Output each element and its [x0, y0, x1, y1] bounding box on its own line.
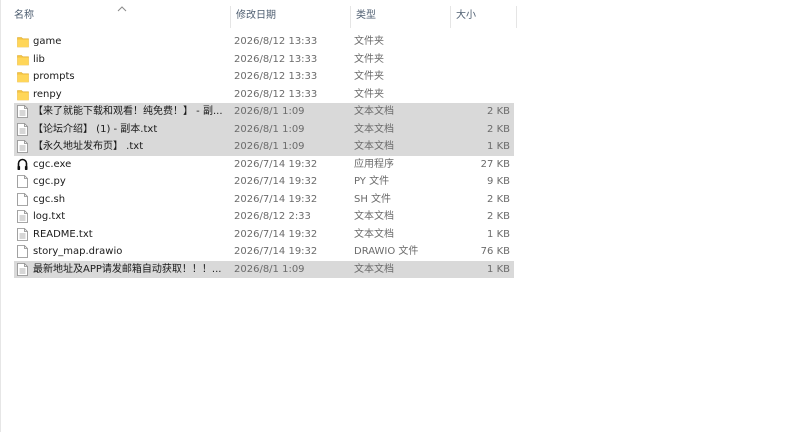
- text-file-icon: [17, 138, 31, 156]
- file-row[interactable]: cgc.sh 2026/7/14 19:32 SH 文件 2 KB: [14, 191, 514, 209]
- column-header-name-label: 名称: [14, 10, 34, 21]
- column-header-date[interactable]: 修改日期: [230, 4, 350, 28]
- file-row[interactable]: 【论坛介绍】 (1) - 副本.txt 2026/8/1 1:09 文本文档 2 KB: [14, 120, 514, 139]
- file-size: [444, 86, 510, 104]
- column-header-bar: 名称 修改日期 类型 大小: [8, 4, 518, 28]
- file-type: 文本文档: [354, 123, 394, 135]
- file-size: 2 KB: [487, 193, 510, 205]
- file-modified-date: 2026/8/12 13:33: [234, 71, 318, 82]
- file-list: game 2026/8/12 13:33 文件夹 lib 2026/8/12 13:33…: [14, 33, 514, 278]
- file-name: cgc.exe: [33, 158, 72, 170]
- file-modified-date: 2026/7/14 19:32: [234, 176, 318, 187]
- file-type: DRAWIO 文件: [354, 246, 419, 257]
- file-name: cgc.sh: [33, 193, 66, 205]
- file-icon: [17, 173, 31, 191]
- folder-icon: [17, 86, 31, 104]
- file-row[interactable]: renpy 2026/8/12 13:33 文件夹: [14, 86, 514, 104]
- file-size: 76 KB: [480, 246, 510, 257]
- file-size: 1 KB: [487, 228, 510, 240]
- file-modified-date: 2026/7/14 19:32: [234, 228, 318, 240]
- file-icon: [17, 191, 31, 209]
- file-type: 文本文档: [354, 211, 394, 222]
- folder-icon: [17, 68, 31, 86]
- file-modified-date: 2026/8/1 1:09: [234, 106, 305, 117]
- text-file-icon: [17, 121, 31, 139]
- file-type: 文件夹: [354, 71, 384, 82]
- text-file-icon: [17, 226, 31, 244]
- file-modified-date: 2026/8/12 13:33: [234, 36, 318, 47]
- file-type: 应用程序: [354, 158, 394, 170]
- file-size: 1 KB: [487, 141, 510, 152]
- window-left-border: [0, 0, 1, 432]
- file-type: 文本文档: [354, 141, 394, 152]
- folder-icon: [17, 51, 31, 69]
- file-type: 文件夹: [354, 53, 384, 65]
- file-name: 【永久地址发布页】 .txt: [33, 141, 144, 152]
- file-row[interactable]: README.txt 2026/7/14 19:32 文本文档 1 KB: [14, 226, 514, 244]
- file-row[interactable]: cgc.py 2026/7/14 19:32 PY 文件 9 KB: [14, 173, 514, 191]
- folder-icon: [17, 33, 31, 51]
- file-type: PY 文件: [354, 176, 390, 187]
- file-row[interactable]: log.txt 2026/8/12 2:33 文本文档 2 KB: [14, 208, 514, 226]
- file-modified-date: 2026/8/12 13:33: [234, 53, 318, 65]
- file-type: 文本文档: [354, 263, 394, 275]
- column-header-type[interactable]: 类型: [350, 4, 450, 28]
- file-name: log.txt: [33, 211, 66, 222]
- file-icon: [17, 243, 31, 261]
- file-row[interactable]: 【来了就能下载和观看！纯免费！】 - 副... 2026/8/1 1:09 文本文档…: [14, 103, 514, 121]
- file-row[interactable]: game 2026/8/12 13:33 文件夹: [14, 33, 514, 51]
- app-exe-icon: [17, 156, 31, 174]
- file-size: 9 KB: [487, 176, 510, 187]
- file-name: lib: [33, 53, 45, 65]
- file-size: [444, 33, 510, 51]
- file-row[interactable]: lib 2026/8/12 13:33 文件夹: [14, 51, 514, 69]
- file-size: 2 KB: [487, 123, 510, 135]
- text-file-icon: [17, 208, 31, 226]
- file-name: cgc.py: [33, 176, 66, 187]
- file-size: 2 KB: [487, 106, 510, 117]
- file-modified-date: 2026/8/12 2:33: [234, 211, 311, 222]
- file-type: 文本文档: [354, 106, 394, 117]
- file-name: README.txt: [33, 228, 93, 240]
- file-modified-date: 2026/8/1 1:09: [234, 263, 305, 275]
- file-size: [444, 68, 510, 86]
- file-modified-date: 2026/7/14 19:32: [234, 193, 318, 205]
- file-modified-date: 2026/8/12 13:33: [234, 88, 318, 100]
- text-file-icon: [17, 261, 31, 279]
- file-size: 1 KB: [487, 263, 510, 275]
- column-divider[interactable]: [516, 6, 517, 28]
- column-header-type-label: 类型: [356, 10, 376, 21]
- column-header-size-label: 大小: [456, 10, 476, 21]
- file-modified-date: 2026/8/1 1:09: [234, 123, 305, 135]
- file-size: [444, 51, 510, 69]
- file-type: 文件夹: [354, 88, 384, 100]
- file-modified-date: 2026/7/14 19:32: [234, 158, 318, 170]
- column-header-date-label: 修改日期: [236, 10, 276, 21]
- text-file-icon: [17, 103, 31, 121]
- file-row[interactable]: story_map.drawio 2026/7/14 19:32 DRAWIO 文件…: [14, 243, 514, 261]
- file-row[interactable]: 最新地址及APP请发邮箱自动获取！！！... 2026/8/1 1:09 文本文档 1…: [14, 260, 514, 279]
- file-name: prompts: [33, 71, 75, 82]
- file-row[interactable]: 【永久地址发布页】 .txt 2026/8/1 1:09 文本文档 1 KB: [14, 138, 514, 156]
- file-name: 【论坛介绍】 (1) - 副本.txt: [33, 123, 158, 135]
- file-size: 2 KB: [487, 211, 510, 222]
- file-size: 27 KB: [480, 158, 510, 170]
- file-name: game: [33, 36, 62, 47]
- file-name: 【来了就能下载和观看！纯免费！】 - 副...: [33, 106, 223, 117]
- file-name: story_map.drawio: [33, 246, 123, 257]
- column-header-size[interactable]: 大小: [450, 4, 516, 28]
- file-row[interactable]: cgc.exe 2026/7/14 19:32 应用程序 27 KB: [14, 156, 514, 174]
- file-modified-date: 2026/7/14 19:32: [234, 246, 318, 257]
- file-modified-date: 2026/8/1 1:09: [234, 141, 305, 152]
- file-name: renpy: [33, 88, 62, 100]
- sort-ascending-icon: [117, 6, 127, 12]
- file-type: 文本文档: [354, 228, 394, 240]
- file-row[interactable]: prompts 2026/8/12 13:33 文件夹: [14, 68, 514, 86]
- file-name: 最新地址及APP请发邮箱自动获取！！！...: [33, 263, 222, 275]
- file-type: SH 文件: [354, 193, 392, 205]
- file-type: 文件夹: [354, 36, 384, 47]
